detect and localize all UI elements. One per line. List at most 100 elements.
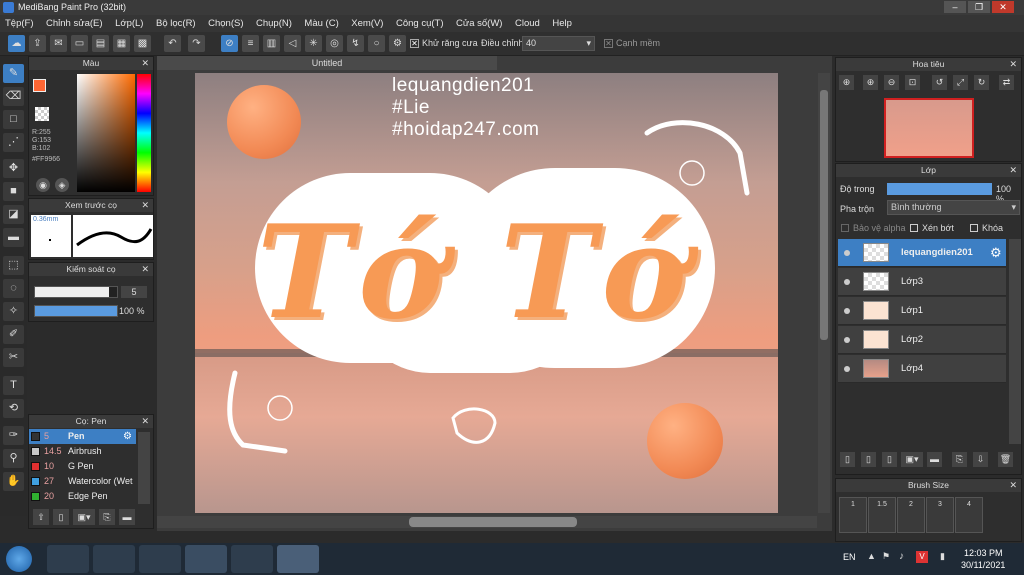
layer-folder-icon[interactable]: ▬ bbox=[927, 452, 942, 467]
color-history-icon[interactable]: ◈ bbox=[55, 178, 69, 192]
visibility-eye-icon[interactable] bbox=[844, 366, 850, 372]
medibang-icon[interactable] bbox=[277, 545, 319, 573]
brush-item-pen[interactable]: 5 Pen ⚙ bbox=[29, 429, 136, 444]
brush-copy-icon[interactable]: ⎘ bbox=[99, 509, 115, 525]
rotate-left-icon[interactable]: ↺ bbox=[932, 75, 947, 90]
cross-snap-icon[interactable]: ▥ bbox=[263, 35, 280, 52]
fit-screen-icon[interactable]: ⤢ bbox=[953, 75, 968, 90]
clock-date[interactable]: 30/11/2021 bbox=[961, 560, 1005, 570]
menu-tools[interactable]: Công cụ(T) bbox=[391, 15, 449, 32]
menu-snap[interactable]: Chụp(N) bbox=[251, 15, 297, 32]
panel-close-icon[interactable]: ✕ bbox=[141, 263, 149, 276]
trash-icon[interactable]: 🗑 bbox=[998, 452, 1013, 467]
clock-time[interactable]: 12:03 PM bbox=[964, 548, 1003, 558]
brush-size-cell[interactable]: 1.5 bbox=[868, 497, 896, 533]
menu-filter[interactable]: Bộ lọc(R) bbox=[151, 15, 201, 32]
antialias-checkbox[interactable]: ✕ bbox=[410, 39, 419, 48]
new-layer-icon[interactable]: ▯ bbox=[882, 452, 897, 467]
brush-size-cell[interactable]: 3 bbox=[926, 497, 954, 533]
soft-edge-checkbox[interactable]: ✕ bbox=[604, 39, 613, 48]
fit-icon[interactable]: ⊡ bbox=[905, 75, 920, 90]
brush-size-slider[interactable] bbox=[34, 286, 118, 298]
menu-edit[interactable]: Chỉnh sửa(E) bbox=[41, 15, 108, 32]
eyedropper-tool-icon[interactable]: ✑ bbox=[3, 426, 24, 445]
close-button[interactable]: ✕ bbox=[992, 1, 1014, 13]
brush-list-scrollbar[interactable] bbox=[138, 432, 150, 504]
vanishing-snap-icon[interactable]: ◁ bbox=[284, 35, 301, 52]
layers-scrollbar[interactable] bbox=[1009, 239, 1021, 444]
move-tool-icon[interactable]: ✥ bbox=[3, 159, 24, 178]
chat-icon[interactable]: ✉ bbox=[50, 35, 67, 52]
layer-opacity-slider[interactable] bbox=[887, 183, 992, 195]
menu-cloud[interactable]: Cloud bbox=[510, 15, 545, 32]
eraser-tool-icon[interactable]: ⌫ bbox=[3, 87, 24, 106]
brush-size-cell[interactable]: 4 bbox=[955, 497, 983, 533]
tiles-icon[interactable]: ▩ bbox=[134, 35, 151, 52]
media-player-icon[interactable] bbox=[139, 545, 181, 573]
menu-window[interactable]: Cửa số(W) bbox=[451, 15, 507, 32]
panel-close-icon[interactable]: ✕ bbox=[141, 199, 149, 212]
radial-snap-icon[interactable]: ✳ bbox=[305, 35, 322, 52]
brush-settings-gear-icon[interactable]: ⚙ bbox=[123, 429, 132, 444]
dropper-tool-icon[interactable]: ⚲ bbox=[3, 449, 24, 468]
network-icon[interactable]: ▮ bbox=[940, 551, 945, 562]
brush-upload-icon[interactable]: ⇧ bbox=[33, 509, 49, 525]
menu-file[interactable]: Tệp(F) bbox=[0, 15, 39, 32]
menu-view[interactable]: Xem(V) bbox=[346, 15, 388, 32]
visibility-eye-icon[interactable] bbox=[844, 279, 850, 285]
snap-settings-gear-icon[interactable]: ⚙ bbox=[389, 35, 406, 52]
brush-item-airbrush[interactable]: 14.5 Airbrush bbox=[29, 444, 136, 459]
visibility-eye-icon[interactable] bbox=[844, 250, 850, 256]
concentric-snap-icon[interactable]: ○ bbox=[368, 35, 385, 52]
vietkey-icon[interactable]: V bbox=[916, 551, 928, 563]
hand-tool-icon[interactable]: ✋ bbox=[3, 472, 24, 491]
panel-close-icon[interactable]: ✕ bbox=[141, 415, 149, 428]
transparent-swatch[interactable] bbox=[35, 107, 49, 121]
export-icon[interactable]: ⇪ bbox=[29, 35, 46, 52]
new-layer-icon[interactable]: ▯ bbox=[861, 452, 876, 467]
panel-close-icon[interactable]: ✕ bbox=[1009, 479, 1017, 492]
menu-layer[interactable]: Lớp(L) bbox=[110, 15, 148, 32]
flip-icon[interactable]: ⇄ bbox=[999, 75, 1014, 90]
add-brush-icon[interactable]: ▣▾ bbox=[73, 509, 95, 525]
cloud-icon[interactable]: ☁ bbox=[8, 35, 25, 52]
layer-row[interactable]: Lớp3 bbox=[838, 268, 1006, 296]
navigator-thumbnail[interactable] bbox=[884, 98, 974, 158]
menu-help[interactable]: Help bbox=[547, 15, 577, 32]
grid-icon[interactable]: ▦ bbox=[113, 35, 130, 52]
maximize-button[interactable]: ❐ bbox=[968, 1, 990, 13]
greenshot-icon[interactable] bbox=[231, 545, 273, 573]
zoom-out-icon[interactable]: ⊖ bbox=[884, 75, 899, 90]
brush-opacity-slider[interactable] bbox=[34, 305, 118, 317]
circle-snap-icon[interactable]: ◎ bbox=[326, 35, 343, 52]
magic-wand-tool-icon[interactable]: ✧ bbox=[3, 302, 24, 321]
panel-close-icon[interactable]: ✕ bbox=[1009, 164, 1017, 177]
hue-slider[interactable] bbox=[137, 74, 151, 192]
rotate-right-icon[interactable]: ↻ bbox=[974, 75, 989, 90]
gradient-tool-icon[interactable]: ▬ bbox=[3, 228, 24, 247]
start-button[interactable] bbox=[6, 546, 32, 572]
canvas-tab[interactable]: Untitled bbox=[157, 56, 497, 70]
merge-layer-icon[interactable]: ⇩ bbox=[973, 452, 988, 467]
parallel-snap-icon[interactable]: ≡ bbox=[242, 35, 259, 52]
layer-settings-gear-icon[interactable]: ⚙ bbox=[990, 245, 1002, 261]
horizontal-scrollbar-thumb[interactable] bbox=[409, 517, 577, 527]
divide-tool-icon[interactable]: ⟲ bbox=[3, 399, 24, 418]
select-tool-icon[interactable]: ⬚ bbox=[3, 256, 24, 275]
comment-icon[interactable]: ▭ bbox=[71, 35, 88, 52]
layer-row[interactable]: Lớp1 bbox=[838, 297, 1006, 325]
panel-close-icon[interactable]: ✕ bbox=[1009, 58, 1017, 71]
primary-color-swatch[interactable] bbox=[33, 79, 46, 92]
layer-row[interactable]: Lớp4 bbox=[838, 355, 1006, 383]
duplicate-layer-icon[interactable]: ⎘ bbox=[952, 452, 967, 467]
brush-tool-icon[interactable]: ✎ bbox=[3, 64, 24, 83]
zoom-in-icon[interactable]: ⊕ bbox=[863, 75, 878, 90]
fill-rect-tool-icon[interactable]: ■ bbox=[3, 182, 24, 201]
brush-item-watercolor[interactable]: 27 Watercolor (Wet bbox=[29, 474, 136, 489]
artwork-image[interactable]: Tớ Tớ lequangdien201 #Lie #hoidap247.com bbox=[195, 73, 778, 513]
menu-select[interactable]: Chọn(S) bbox=[203, 15, 248, 32]
visibility-eye-icon[interactable] bbox=[844, 337, 850, 343]
chrome-icon[interactable] bbox=[185, 545, 227, 573]
brush-size-cell[interactable]: 1 bbox=[839, 497, 867, 533]
language-indicator[interactable]: EN bbox=[843, 552, 856, 562]
